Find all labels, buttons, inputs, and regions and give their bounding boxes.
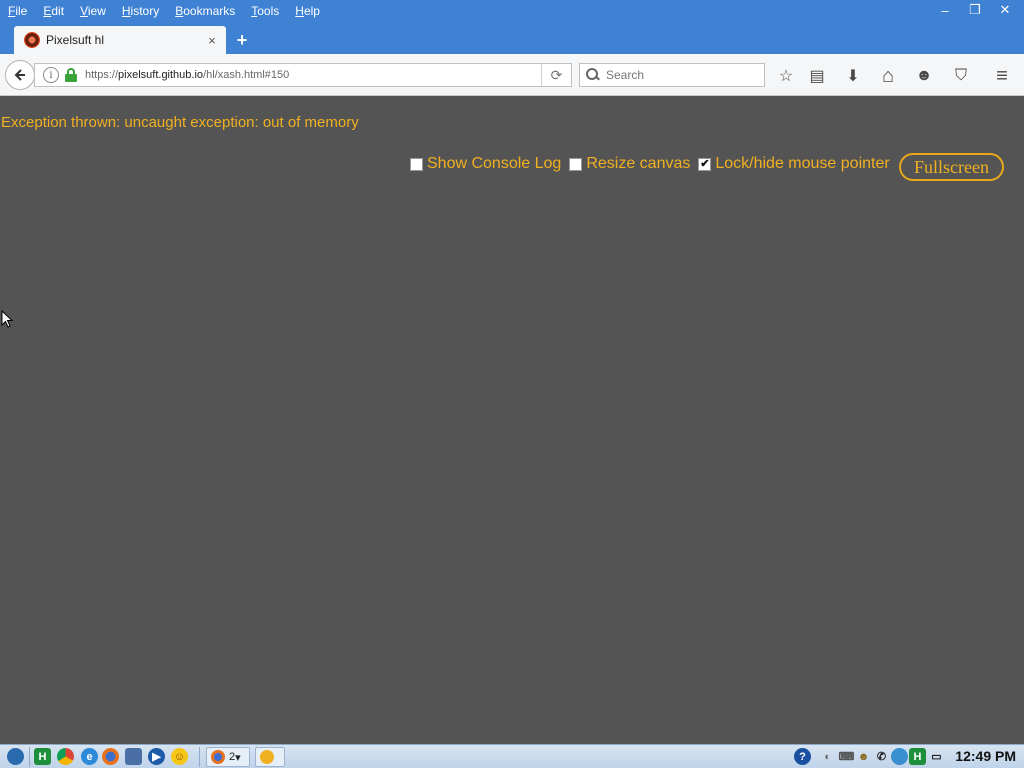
error-message: Exception thrown: uncaught exception: ou… (1, 114, 359, 131)
hamburger-menu-icon[interactable]: ≡ (991, 65, 1013, 87)
reading-list-icon[interactable]: ▤ (806, 65, 828, 87)
pocket-icon[interactable]: ⛉ (950, 65, 972, 87)
help-tray-icon[interactable]: ? (794, 748, 811, 765)
options-row: Show Console Log Resize canvas ✔ Lock/hi… (410, 155, 898, 173)
reload-icon[interactable]: ⟳ (541, 64, 571, 86)
url-bar[interactable]: i https://pixelsuft.github.io/hl/xash.ht… (34, 63, 572, 87)
lambda-task[interactable] (255, 747, 285, 767)
taskbar-separator (29, 747, 30, 767)
menu-bookmarks[interactable]: Bookmarks (175, 4, 235, 18)
network-tray-icon[interactable] (891, 748, 908, 765)
menu-tools[interactable]: Tools (251, 4, 279, 18)
lambda-favicon-icon (24, 32, 40, 48)
phone-tray-icon[interactable]: ✆ (873, 748, 890, 765)
lock-mouse-pointer-option[interactable]: ✔ Lock/hide mouse pointer (698, 155, 890, 173)
title-bar: File Edit View History Bookmarks Tools H… (0, 0, 1024, 22)
taskbar-separator-2 (199, 747, 200, 767)
taskbar: H e ▶ ☺ 2 ▾ ? ◖ ⌨ ☻ ✆ H ▭ 12:49 PM (0, 744, 1024, 768)
keyboard-tray-icon[interactable]: ⌨ (838, 748, 855, 765)
tab-close-icon[interactable]: × (204, 32, 220, 48)
close-window-button[interactable]: ✕ (992, 1, 1018, 19)
menu-history[interactable]: History (122, 4, 159, 18)
back-arrow-icon (14, 69, 25, 81)
chrome-icon[interactable] (57, 748, 74, 765)
film-app-icon[interactable] (125, 748, 142, 765)
resize-canvas-option[interactable]: Resize canvas (569, 155, 690, 173)
people-tray-icon[interactable]: ☻ (855, 748, 872, 765)
green-tray-icon[interactable]: H (909, 748, 926, 765)
firefox-icon[interactable] (102, 748, 119, 765)
menu-edit[interactable]: Edit (43, 4, 64, 18)
start-menu-icon[interactable] (7, 748, 24, 765)
firefox-task-icon (211, 750, 225, 764)
tab-pixelsuft-hl[interactable]: Pixelsuft hl × (14, 26, 226, 54)
mouse-cursor-icon (1, 310, 13, 328)
search-bar[interactable] (579, 63, 765, 87)
menu-file[interactable]: File (8, 4, 27, 18)
search-icon (586, 68, 600, 82)
site-info-icon[interactable]: i (43, 67, 59, 83)
sync-icon[interactable]: ☻ (913, 65, 935, 87)
home-icon[interactable]: ⌂ (877, 65, 899, 87)
minimize-button[interactable]: ‒ (932, 1, 958, 19)
tab-strip: Pixelsuft hl × + (0, 22, 1024, 54)
smiley-app-icon[interactable]: ☺ (171, 748, 188, 765)
green-app-icon[interactable]: H (34, 748, 51, 765)
page-content: Exception thrown: uncaught exception: ou… (0, 97, 1024, 744)
back-button[interactable] (5, 60, 35, 90)
bookmark-star-icon[interactable]: ☆ (775, 65, 797, 87)
speaker-tray-icon[interactable]: ◖ (818, 748, 835, 765)
lock-icon[interactable] (65, 68, 77, 82)
menu-help[interactable]: Help (295, 4, 320, 18)
show-console-log-option[interactable]: Show Console Log (410, 155, 561, 173)
fullscreen-button[interactable]: Fullscreen (899, 153, 1004, 181)
window-controls: ‒ ❐ ✕ (932, 1, 1018, 19)
menu-bar: File Edit View History Bookmarks Tools H… (0, 0, 336, 22)
resize-canvas-checkbox[interactable] (569, 157, 583, 171)
media-player-icon[interactable]: ▶ (148, 748, 165, 765)
taskbar-clock[interactable]: 12:49 PM (955, 748, 1016, 764)
internet-explorer-icon[interactable]: e (81, 748, 98, 765)
navigation-bar: i https://pixelsuft.github.io/hl/xash.ht… (0, 54, 1024, 96)
downloads-icon[interactable]: ⬇ (842, 65, 864, 87)
firefox-task-group[interactable]: 2 ▾ (206, 747, 250, 767)
lock-mouse-pointer-checkbox[interactable]: ✔ (698, 157, 712, 171)
lambda-task-icon (260, 750, 274, 764)
url-text[interactable]: https://pixelsuft.github.io/hl/xash.html… (85, 69, 541, 81)
restore-button[interactable]: ❐ (962, 1, 988, 19)
menu-view[interactable]: View (80, 4, 106, 18)
new-tab-button[interactable]: + (232, 30, 252, 50)
tab-title: Pixelsuft hl (46, 33, 105, 47)
show-console-log-checkbox[interactable] (410, 157, 423, 171)
search-input[interactable] (606, 68, 756, 82)
battery-tray-icon[interactable]: ▭ (928, 748, 945, 765)
